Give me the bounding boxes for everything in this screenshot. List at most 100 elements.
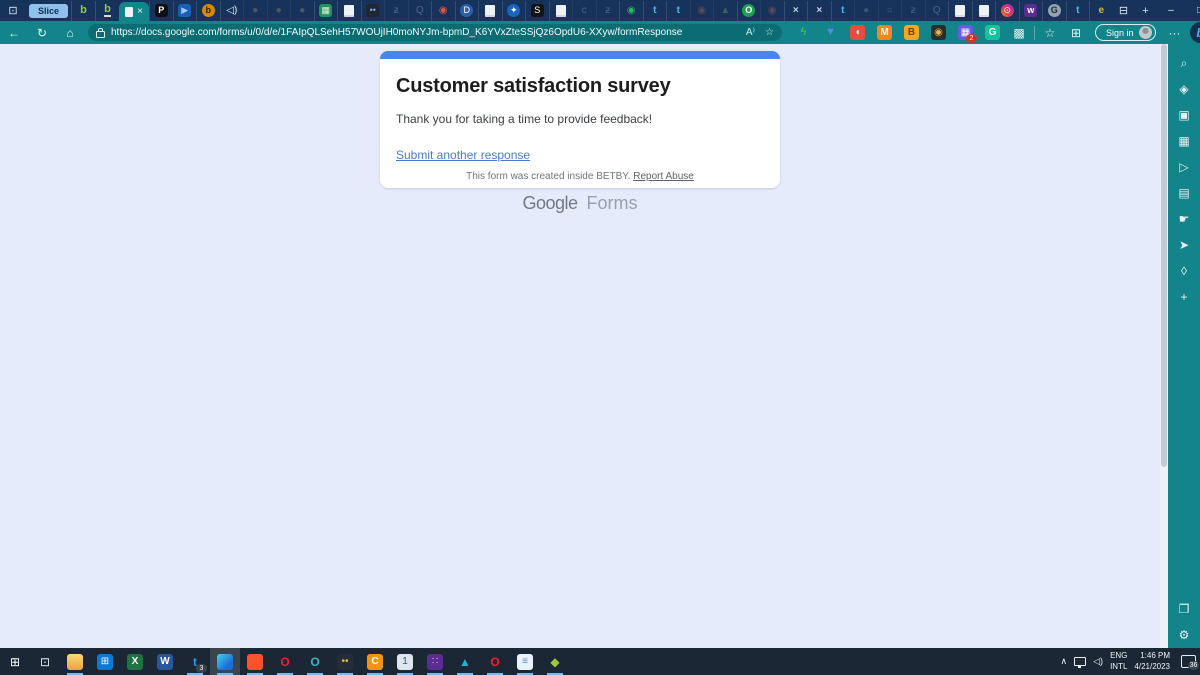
ext-red-ball[interactable]: ◖ bbox=[844, 21, 871, 44]
opera-browser[interactable]: O bbox=[270, 648, 300, 675]
tab-q-purple[interactable]: Q bbox=[408, 1, 432, 21]
favorite-add-icon[interactable]: ☆ bbox=[765, 27, 774, 38]
tab-audio[interactable]: ◁) bbox=[220, 1, 244, 21]
tab-b-coin[interactable]: b bbox=[196, 1, 220, 21]
ext-grammarly[interactable]: G bbox=[979, 21, 1006, 44]
new-tab-button[interactable]: + bbox=[1135, 5, 1157, 17]
tab-twitter[interactable]: t bbox=[1066, 1, 1090, 21]
tab-document[interactable] bbox=[478, 1, 502, 21]
microsoft-store[interactable]: ⊞ bbox=[90, 648, 120, 675]
tab-red-circle[interactable]: ◉ bbox=[431, 1, 455, 21]
sidebar-drop-icon[interactable]: ◊ bbox=[1168, 258, 1200, 284]
tab-green-grid[interactable]: ▦ bbox=[314, 1, 338, 21]
ext-metamask-fox[interactable]: M bbox=[871, 21, 898, 44]
tab-document[interactable] bbox=[549, 1, 573, 21]
tab-triangle-green[interactable]: ▲ bbox=[713, 1, 737, 21]
ext-lightning[interactable]: ϟ bbox=[790, 21, 817, 44]
sidebar-image-icon[interactable]: ▤ bbox=[1168, 180, 1200, 206]
language-indicator[interactable]: ENG INTL bbox=[1110, 651, 1127, 672]
tab-dot-brown-1[interactable]: ● bbox=[243, 1, 267, 21]
tray-chevron-icon[interactable]: ∧ bbox=[1061, 656, 1068, 667]
extensions-puzzle-icon[interactable]: ▩ bbox=[1006, 26, 1032, 40]
workspace-tab-slice[interactable]: Slice bbox=[29, 4, 68, 18]
dark-pill-app[interactable]: •• bbox=[330, 648, 360, 675]
tab-s-black[interactable]: S bbox=[525, 1, 549, 21]
notification-center-icon[interactable]: 36 bbox=[1181, 655, 1196, 668]
tab-video-player[interactable]: ▶ bbox=[173, 1, 197, 21]
bluestacks-app[interactable]: ◆ bbox=[540, 648, 570, 675]
ext-dark-gold[interactable]: ◉ bbox=[925, 21, 952, 44]
opera-gx-browser[interactable]: O bbox=[300, 648, 330, 675]
tab-document[interactable] bbox=[948, 1, 972, 21]
notepad-app[interactable]: ≡ bbox=[510, 648, 540, 675]
task-view-button[interactable]: ⊡ bbox=[30, 648, 60, 675]
tab-search-dim[interactable]: Q bbox=[925, 1, 949, 21]
network-icon[interactable] bbox=[1074, 657, 1086, 666]
purple-grid-app[interactable]: ∷ bbox=[420, 648, 450, 675]
pinned-tab-b2[interactable]: b bbox=[95, 1, 119, 21]
home-button[interactable]: ⌂ bbox=[56, 26, 84, 40]
brave-browser[interactable] bbox=[240, 648, 270, 675]
maximize-button[interactable]: □ bbox=[1186, 0, 1200, 21]
tab-twitter[interactable]: t bbox=[831, 1, 855, 21]
tab-g-gray[interactable]: G bbox=[1042, 1, 1066, 21]
tab-blue-star[interactable]: ✦ bbox=[502, 1, 526, 21]
sidebar-tools-icon[interactable]: ▣ bbox=[1168, 102, 1200, 128]
tab-dot-brown-3[interactable]: ● bbox=[290, 1, 314, 21]
page-scrollbar[interactable] bbox=[1160, 44, 1168, 648]
tab-document[interactable] bbox=[337, 1, 361, 21]
sidebar-panel-icon[interactable]: ❐ bbox=[1168, 596, 1200, 622]
sidebar-settings-gear-icon[interactable]: ⚙ bbox=[1168, 622, 1200, 648]
tab-list-icon[interactable]: ⊟ bbox=[1113, 4, 1135, 17]
excel[interactable]: X bbox=[120, 648, 150, 675]
ext-shield[interactable]: ▼ bbox=[817, 21, 844, 44]
sidebar-hand-icon[interactable]: ☛ bbox=[1168, 206, 1200, 232]
clock[interactable]: 1:46 PM 4/21/2023 bbox=[1134, 651, 1170, 672]
tab-red-dim[interactable]: ◉ bbox=[760, 1, 784, 21]
back-button[interactable]: ← bbox=[0, 26, 28, 40]
c-circle-app[interactable]: C bbox=[360, 648, 390, 675]
sidebar-send-icon[interactable]: ➤ bbox=[1168, 232, 1200, 258]
tab-o-green[interactable]: O bbox=[737, 1, 761, 21]
tab-z-dim[interactable]: ƶ bbox=[901, 1, 925, 21]
tab-twitter[interactable]: t bbox=[666, 1, 690, 21]
tab-x-gray[interactable]: × bbox=[807, 1, 831, 21]
tab-close-icon[interactable]: × bbox=[137, 6, 143, 17]
tab-instagram[interactable]: ⊙ bbox=[995, 1, 1019, 21]
sidebar-search-icon[interactable]: ⌕ bbox=[1168, 50, 1200, 76]
tab-c-dim[interactable]: c bbox=[572, 1, 596, 21]
read-aloud-icon[interactable]: A⁾ bbox=[746, 27, 755, 38]
tab-w-purple[interactable]: w bbox=[1019, 1, 1043, 21]
sidebar-shopping-tag-icon[interactable]: ◈ bbox=[1168, 76, 1200, 102]
scrollbar-thumb[interactable] bbox=[1161, 44, 1167, 467]
bing-discover-icon[interactable]: b bbox=[1190, 22, 1200, 43]
file-explorer[interactable] bbox=[60, 648, 90, 675]
refresh-button[interactable]: ↻ bbox=[28, 26, 56, 40]
favorites-star-icon[interactable]: ☆ bbox=[1037, 26, 1063, 40]
sidebar-video-icon[interactable]: ▷ bbox=[1168, 154, 1200, 180]
tab-p[interactable]: P bbox=[149, 1, 173, 21]
volume-icon[interactable]: ◁) bbox=[1093, 656, 1103, 667]
ext-purple-wallet[interactable]: ▦2 bbox=[952, 21, 979, 44]
tab-document[interactable] bbox=[972, 1, 996, 21]
tab-dot-brown-2[interactable]: ● bbox=[267, 1, 291, 21]
tab-dot-dim[interactable]: ● bbox=[854, 1, 878, 21]
ext-gold-coin[interactable]: B bbox=[898, 21, 925, 44]
active-tab[interactable]: × bbox=[119, 2, 149, 21]
collections-icon[interactable]: ⊞ bbox=[1063, 26, 1089, 40]
minimize-button[interactable]: – bbox=[1157, 0, 1186, 21]
twitter-app[interactable]: t3 bbox=[180, 648, 210, 675]
tab-two-dots[interactable]: •• bbox=[361, 1, 385, 21]
tab-twitter[interactable]: t bbox=[643, 1, 667, 21]
tab-e-gold[interactable]: e bbox=[1089, 1, 1113, 21]
submit-another-response-link[interactable]: Submit another response bbox=[396, 148, 530, 162]
start-button[interactable]: ⊞ bbox=[0, 648, 30, 675]
tab-circle-dim[interactable]: ○ bbox=[878, 1, 902, 21]
sign-in-button[interactable]: Sign in bbox=[1095, 24, 1156, 41]
opera-browser-2[interactable]: O bbox=[480, 648, 510, 675]
tab-z-dim[interactable]: ƶ bbox=[596, 1, 620, 21]
sidebar-games-icon[interactable]: ▦ bbox=[1168, 128, 1200, 154]
tab-x-gray[interactable]: × bbox=[784, 1, 808, 21]
url-text[interactable]: https://docs.google.com/forms/u/0/d/e/1F… bbox=[111, 27, 740, 38]
word[interactable]: W bbox=[150, 648, 180, 675]
